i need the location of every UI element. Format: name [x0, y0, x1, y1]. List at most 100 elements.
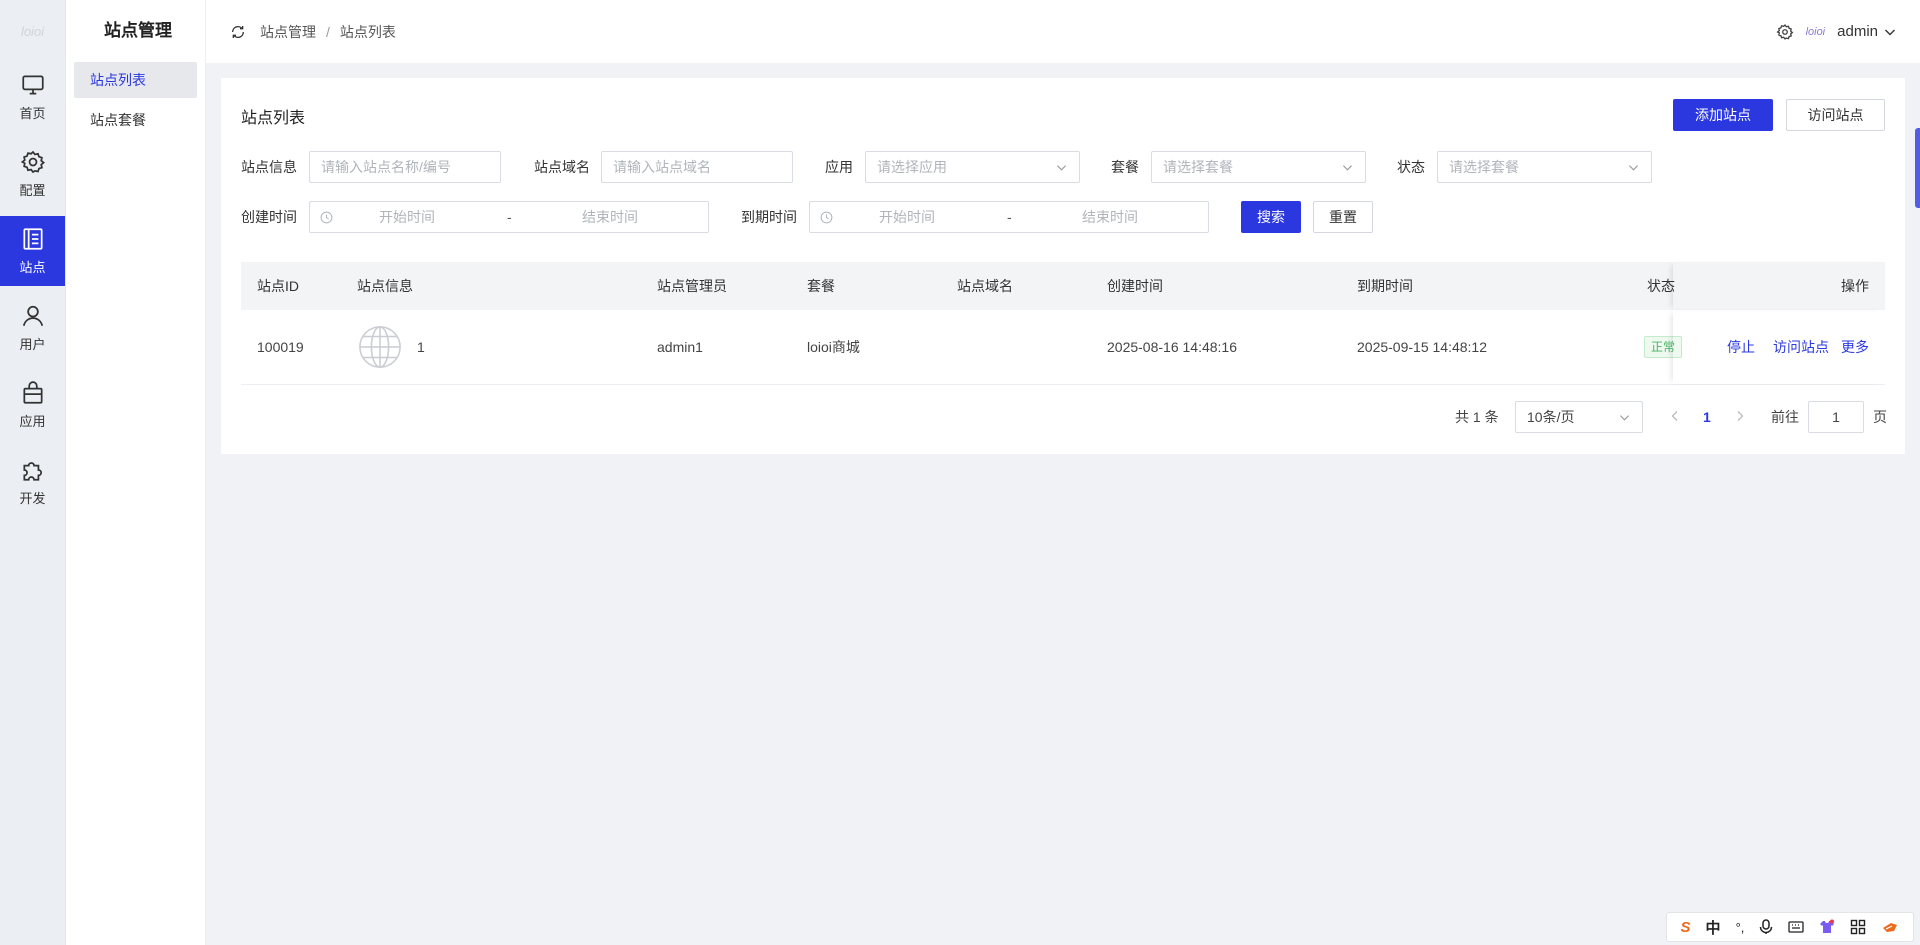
user-menu[interactable]: admin: [1837, 23, 1896, 40]
tool-icon[interactable]: [1881, 919, 1899, 935]
col-expires: 到期时间: [1357, 278, 1413, 294]
cell-actions: 停止 访问站点 更多: [1727, 310, 1869, 384]
col-site-info: 站点信息: [357, 278, 413, 294]
breadcrumb-separator: /: [326, 23, 330, 40]
status-select-placeholder: 请选择套餐: [1449, 159, 1519, 175]
clock-icon: [320, 211, 333, 224]
app-logo: loioi: [20, 23, 45, 39]
page-suffix: 页: [1873, 409, 1887, 425]
visit-site-link[interactable]: 访问站点: [1773, 337, 1829, 357]
submenu-title: 站点管理: [104, 21, 172, 40]
grid-icon[interactable]: [1850, 919, 1866, 935]
col-site-admin: 站点管理员: [657, 278, 727, 294]
expire-time-range[interactable]: 开始时间 - 结束时间: [809, 201, 1209, 233]
ime-toolbar: S 中 °,: [1666, 912, 1914, 942]
reset-button[interactable]: 重置: [1313, 201, 1373, 233]
username: admin: [1837, 23, 1878, 40]
status-label: 状态: [1397, 159, 1425, 175]
rail-item-home[interactable]: 首页: [0, 62, 65, 132]
table-header: 站点ID 站点信息 站点管理员 套餐 站点域名 创建时间 到期时间 状态 操作: [241, 262, 1885, 310]
cell-created: 2025-08-16 14:48:16: [1107, 339, 1237, 355]
site-info-input[interactable]: 请输入站点名称/编号: [309, 151, 501, 183]
chevron-down-icon: [1885, 29, 1895, 35]
more-actions-link[interactable]: 更多: [1841, 337, 1869, 357]
app-label: 应用: [825, 159, 853, 175]
col-actions: 操作: [1841, 278, 1869, 294]
rail-item-app[interactable]: 应用: [0, 370, 65, 440]
next-page-icon[interactable]: [1733, 409, 1747, 423]
brand-logo: loioi: [1805, 25, 1826, 38]
col-domain: 站点域名: [957, 278, 1013, 294]
goto-page-input[interactable]: 1: [1808, 401, 1864, 433]
card-title: 站点列表: [241, 110, 306, 127]
package-select[interactable]: 请选择套餐: [1151, 151, 1366, 183]
side-drawer-handle[interactable]: [1915, 128, 1920, 208]
site-info-label: 站点信息: [241, 159, 297, 175]
status-select[interactable]: 请选择套餐: [1437, 151, 1652, 183]
header-right: loioi admin: [1776, 23, 1896, 41]
rail-item-site[interactable]: 站点: [0, 216, 65, 286]
search-button[interactable]: 搜索: [1241, 201, 1301, 233]
site-name: 1: [417, 339, 425, 355]
prev-page-icon[interactable]: [1668, 409, 1682, 423]
ime-chinese-mode[interactable]: 中: [1706, 917, 1721, 938]
rail-item-label: 首页: [19, 106, 46, 121]
rail-item-dev[interactable]: 开发: [0, 447, 65, 517]
range-separator: -: [1007, 209, 1012, 225]
ime-logo[interactable]: S: [1681, 919, 1691, 936]
rail-item-config[interactable]: 配置: [0, 139, 65, 209]
settings-gear-icon[interactable]: [1776, 23, 1794, 41]
range-separator: -: [507, 209, 512, 225]
create-time-range[interactable]: 开始时间 - 结束时间: [309, 201, 709, 233]
domain-label: 站点域名: [534, 159, 590, 175]
expire-time-start: 开始时间: [879, 209, 935, 225]
bag-icon: [22, 381, 43, 404]
cell-site-info: 1: [357, 310, 425, 384]
domain-input[interactable]: 请输入站点域名: [601, 151, 793, 183]
stop-site-link[interactable]: 停止: [1727, 337, 1755, 357]
breadcrumb-item-site-manage[interactable]: 站点管理: [260, 22, 316, 42]
cell-expires: 2025-09-15 14:48:12: [1357, 339, 1487, 355]
expire-time-end: 结束时间: [1082, 209, 1138, 225]
rail-item-label: 用户: [19, 337, 46, 352]
breadcrumb: 站点管理 / 站点列表: [260, 22, 396, 42]
breadcrumb-item-site-list: 站点列表: [339, 23, 396, 40]
package-label: 套餐: [1111, 159, 1139, 175]
cell-site-admin: admin1: [657, 339, 703, 355]
create-time-label: 创建时间: [241, 209, 297, 225]
page-size-select[interactable]: 10条/页: [1515, 401, 1643, 433]
col-package: 套餐: [807, 278, 835, 294]
goto-label: 前往: [1771, 409, 1799, 425]
visit-site-button[interactable]: 访问站点: [1786, 99, 1885, 131]
col-site-id: 站点ID: [257, 278, 299, 294]
package-select-placeholder: 请选择套餐: [1163, 159, 1233, 175]
shirt-icon[interactable]: [1819, 919, 1835, 935]
puzzle-icon: [22, 462, 42, 481]
globe-icon: [359, 326, 401, 368]
monitor-icon: [21, 75, 44, 95]
user-icon: [22, 305, 43, 326]
chevron-down-icon: [1056, 165, 1067, 171]
app-select-placeholder: 请选择应用: [877, 159, 947, 175]
cell-site-id: 100019: [257, 339, 304, 355]
ime-punctuation[interactable]: °,: [1736, 920, 1745, 935]
add-site-button[interactable]: 添加站点: [1673, 99, 1773, 131]
refresh-icon[interactable]: [228, 22, 248, 42]
pagination-total: 共 1 条: [1455, 409, 1499, 425]
mic-icon[interactable]: [1759, 919, 1773, 935]
expire-time-label: 到期时间: [741, 209, 797, 225]
clock-icon: [820, 211, 833, 224]
col-created: 创建时间: [1107, 278, 1163, 294]
submenu-item-site-package[interactable]: 站点套餐: [74, 102, 197, 138]
rail-item-user[interactable]: 用户: [0, 293, 65, 363]
submenu-item-site-list[interactable]: 站点列表: [74, 62, 197, 98]
keyboard-icon[interactable]: [1788, 920, 1805, 934]
chevron-down-icon: [1619, 415, 1630, 421]
icon-rail: loioi 首页 配置 站点 用户 应用 开发: [0, 0, 66, 945]
page-number-current[interactable]: 1: [1703, 401, 1711, 433]
gear-icon: [20, 150, 45, 174]
rail-item-label: 配置: [19, 183, 46, 198]
col-status: 状态: [1647, 278, 1675, 294]
rail-item-label: 站点: [19, 260, 46, 275]
app-select[interactable]: 请选择应用: [865, 151, 1080, 183]
